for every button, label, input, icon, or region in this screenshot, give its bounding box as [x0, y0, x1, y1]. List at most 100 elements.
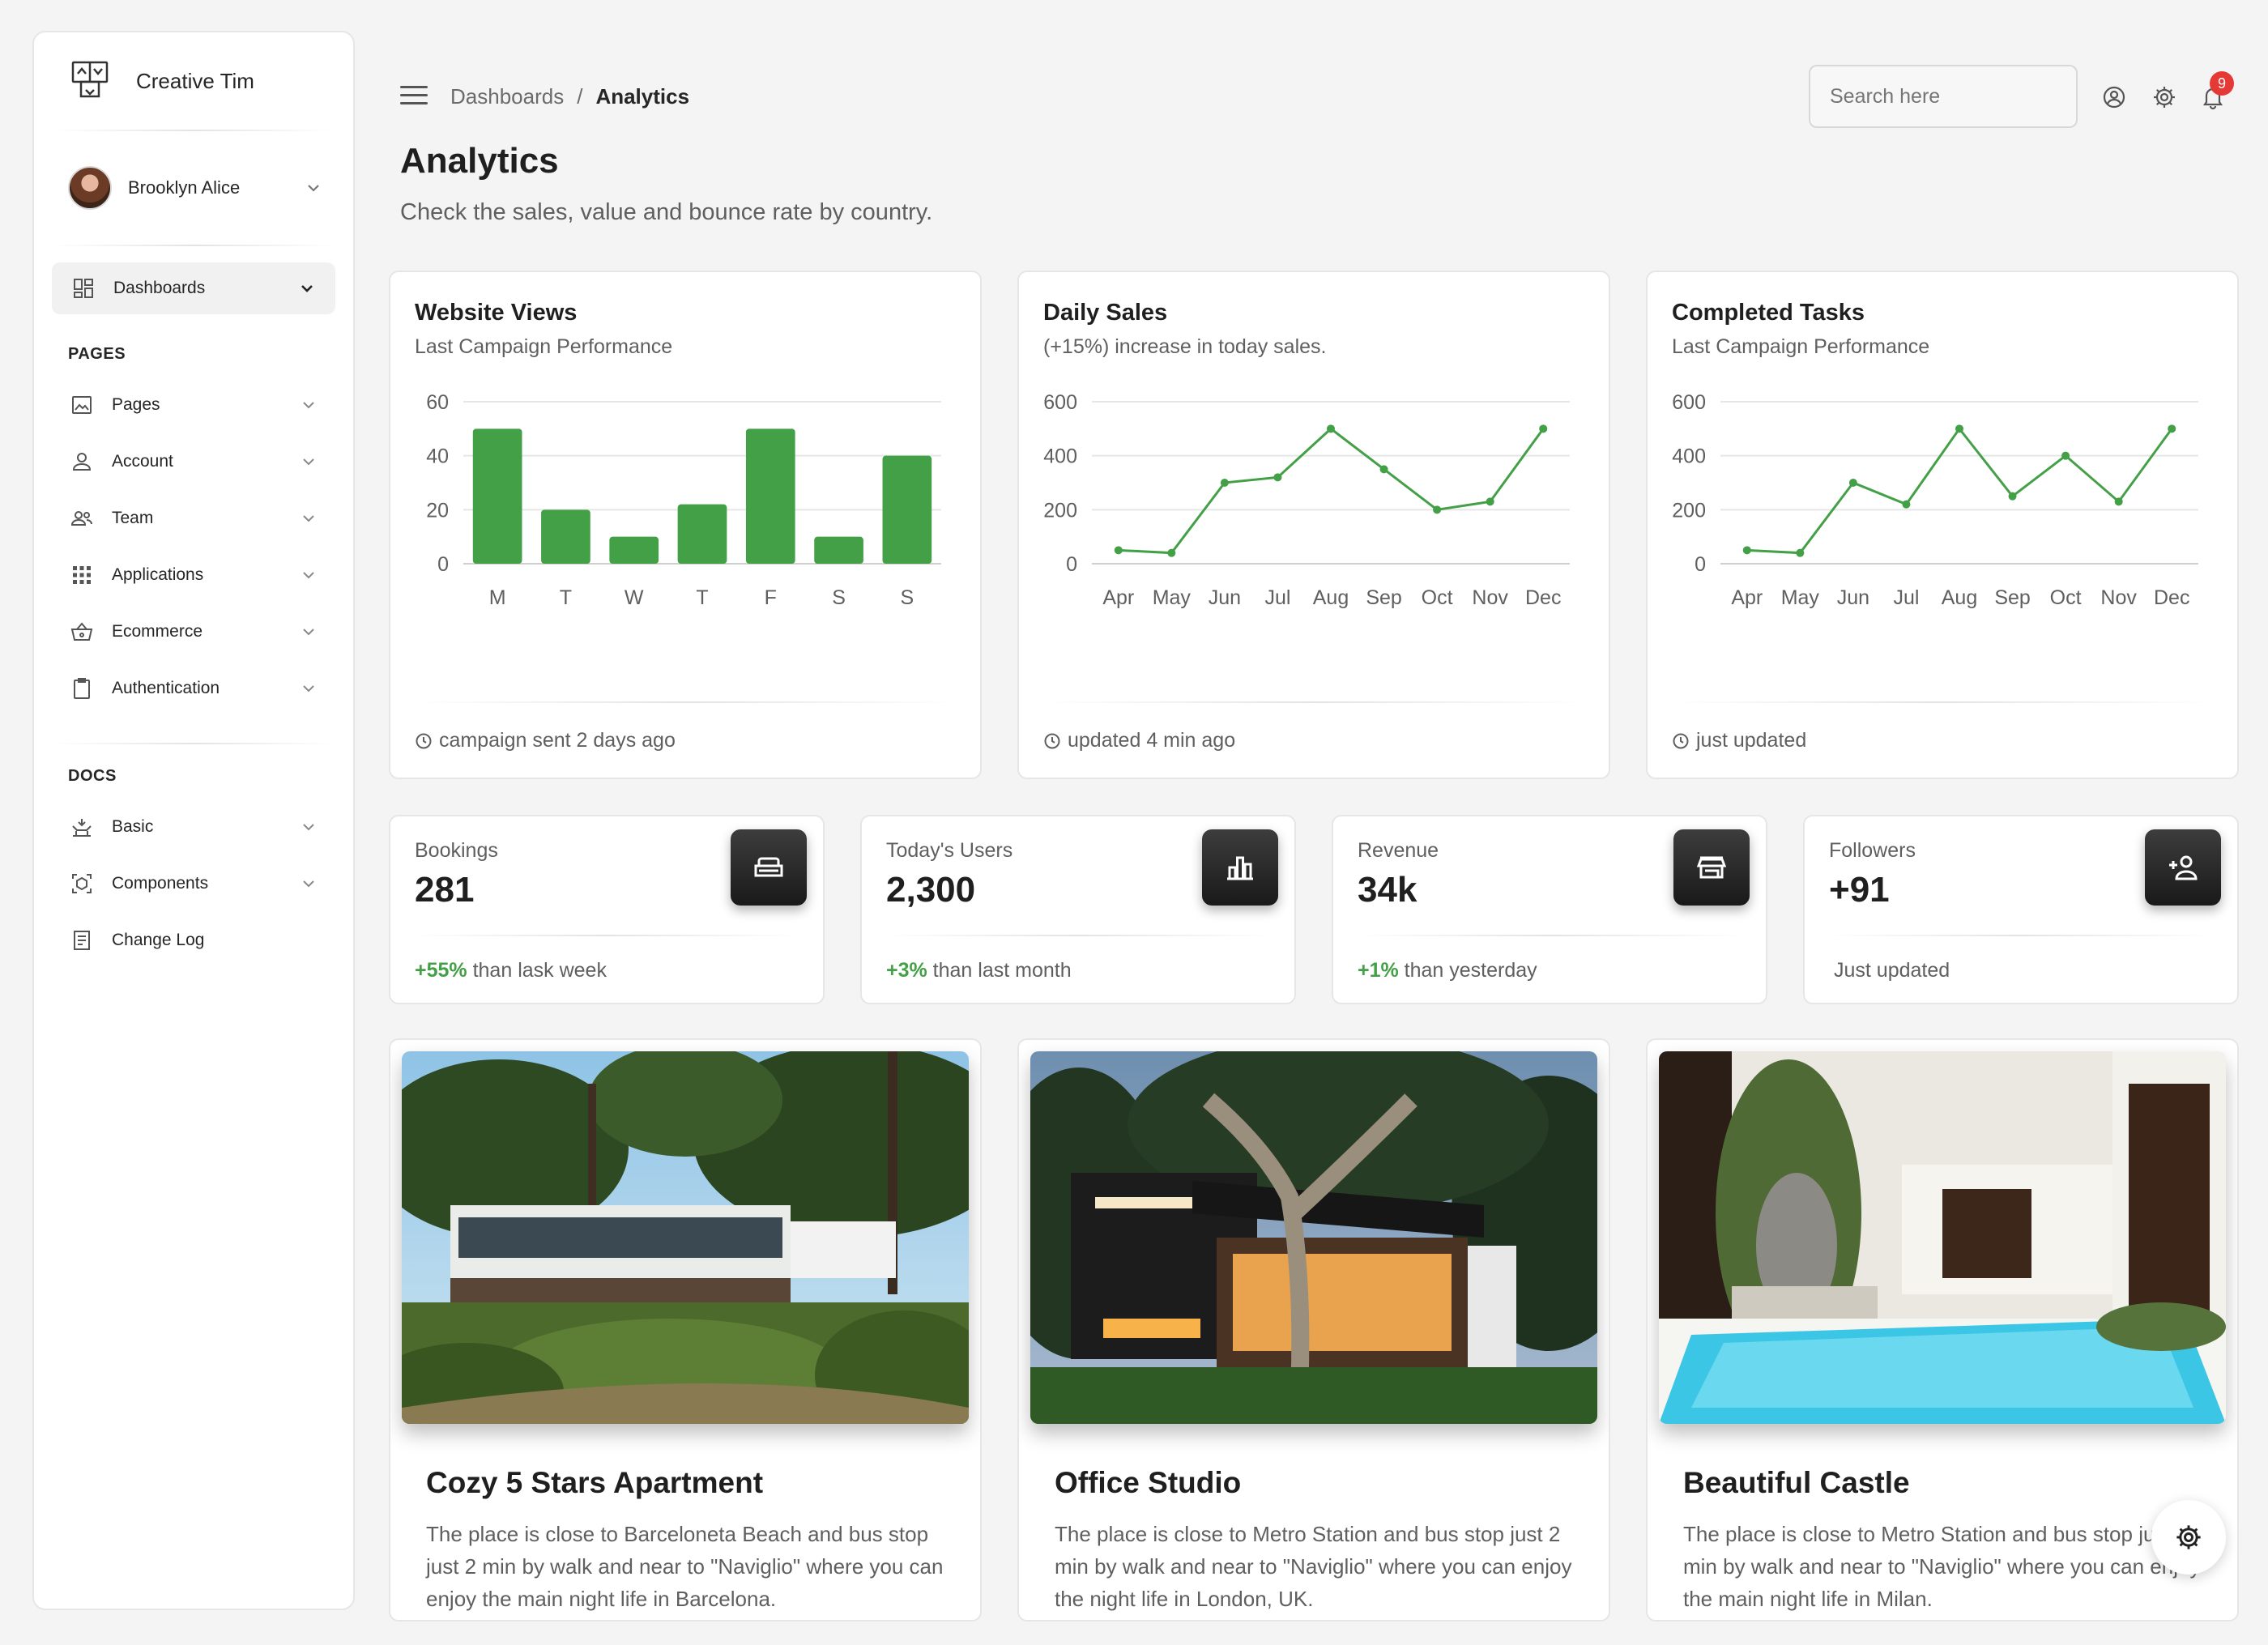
chevron-down-icon: [301, 398, 316, 412]
x-tick-label: Apr: [1731, 586, 1763, 609]
user-icon: [70, 450, 94, 474]
sidebar-item-pages[interactable]: Pages: [34, 377, 353, 433]
x-tick-label: May: [1153, 586, 1192, 609]
gear-icon[interactable]: [2151, 84, 2177, 110]
leaderboard-icon: [1202, 829, 1278, 906]
x-tick-label: T: [696, 586, 708, 609]
chevron-down-icon: [306, 181, 321, 195]
chart-footer-text: just updated: [1696, 729, 1807, 752]
sidebar-item-dashboards[interactable]: Dashboards: [52, 262, 335, 314]
property-card-beautiful-castle[interactable]: Beautiful Castle The place is close to M…: [1646, 1038, 2239, 1622]
chevron-down-icon: [301, 511, 316, 526]
sidebar-item-change-log[interactable]: Change Log: [34, 912, 353, 969]
y-tick-label: 40: [426, 445, 449, 468]
chart-card-daily-sales: Daily Sales (+15%) increase in today sal…: [1017, 271, 1610, 779]
completed-tasks-chart: 0 200 400 600 Apr May Jun Jul Aug Sep Oct Nov Dec: [1672, 391, 2198, 609]
stat-card-revenue: Revenue 34k +1% than yesterday: [1332, 815, 1767, 1004]
sidebar-item-label: Authentication: [112, 679, 220, 697]
chevron-down-icon: [300, 281, 314, 296]
sidebar-item-label: Account: [112, 452, 173, 471]
chart-title: Completed Tasks: [1672, 300, 1865, 326]
property-image[interactable]: [1030, 1051, 1597, 1424]
stat-value: +91: [1829, 870, 1890, 910]
brand-logo-icon: [70, 59, 110, 104]
chart-footer: updated 4 min ago: [1043, 729, 1235, 752]
property-card-office-studio[interactable]: Office Studio The place is close to Metr…: [1017, 1038, 1610, 1622]
stat-footer-text: than lask week: [467, 959, 607, 982]
data-point: [1486, 497, 1494, 506]
stat-footer-text: than yesterday: [1398, 959, 1537, 982]
x-tick-label: W: [625, 586, 644, 609]
stat-divider: [1356, 935, 1743, 936]
chart-subtitle: Last Campaign Performance: [1672, 335, 1930, 358]
bar: [609, 536, 659, 564]
breadcrumb-current: Analytics: [595, 84, 690, 109]
bar: [745, 428, 795, 564]
y-tick-label: 0: [1695, 553, 1706, 576]
user-name: Brooklyn Alice: [128, 177, 241, 198]
property-image[interactable]: [402, 1051, 969, 1424]
sidebar-item-account[interactable]: Account: [34, 433, 353, 490]
x-tick-label: Nov: [1472, 586, 1508, 609]
x-tick-label: Sep: [1994, 586, 2030, 609]
x-tick-label: Apr: [1102, 586, 1134, 609]
x-tick-label: S: [901, 586, 914, 609]
sidebar-item-applications[interactable]: Applications: [34, 547, 353, 603]
chart-footer-text: campaign sent 2 days ago: [439, 729, 676, 752]
breadcrumb-separator: /: [577, 84, 583, 109]
chart-card-completed-tasks: Completed Tasks Last Campaign Performanc…: [1646, 271, 2239, 779]
x-tick-label: May: [1781, 586, 1820, 609]
property-description: The place is close to Metro Station and …: [1055, 1522, 1572, 1611]
chart-divider: [415, 701, 956, 703]
x-tick-label: S: [832, 586, 846, 609]
stat-label: Today's Users: [886, 839, 1013, 862]
stat-label: Bookings: [415, 839, 498, 862]
clock-icon: [1044, 733, 1060, 748]
x-tick-label: Oct: [1422, 586, 1453, 609]
sidebar-item-team[interactable]: Team: [34, 490, 353, 547]
property-title[interactable]: Cozy 5 Stars Apartment: [426, 1466, 763, 1500]
x-tick-label: Jul: [1893, 586, 1919, 609]
chevron-down-icon: [301, 568, 316, 582]
floating-settings-button[interactable]: [2151, 1500, 2226, 1575]
stat-divider: [1827, 935, 2215, 936]
sidebar-item-authentication[interactable]: Authentication: [34, 660, 353, 717]
basic-icon: [70, 815, 94, 839]
x-tick-label: Jul: [1264, 586, 1290, 609]
stat-change: +1%: [1358, 959, 1399, 982]
property-title[interactable]: Office Studio: [1055, 1466, 1241, 1500]
menu-toggle-button[interactable]: [400, 86, 428, 107]
search-input[interactable]: [1809, 65, 2078, 128]
avatar: [68, 166, 112, 210]
data-point: [1742, 546, 1751, 555]
property-card-cozy-apartment[interactable]: Cozy 5 Stars Apartment The place is clos…: [389, 1038, 982, 1622]
sidebar-item-label: Pages: [112, 395, 160, 414]
brand[interactable]: Creative Tim: [34, 32, 353, 130]
series-line: [1746, 426, 2173, 555]
sidebar-item-ecommerce[interactable]: Ecommerce: [34, 603, 353, 660]
property-title[interactable]: Beautiful Castle: [1683, 1466, 1910, 1500]
data-point: [1114, 546, 1123, 555]
chart-footer-text: updated 4 min ago: [1068, 729, 1236, 752]
website-views-chart: 0 20 40 60 M T W T F S S: [426, 391, 941, 609]
sidebar-item-basic[interactable]: Basic: [34, 799, 353, 855]
sidebar-item-components[interactable]: Components: [34, 855, 353, 912]
stat-footer-text: than last month: [927, 959, 1072, 982]
person-add-icon: [2145, 829, 2221, 906]
stat-value: 34k: [1358, 870, 1418, 910]
data-point: [1379, 465, 1388, 474]
sidebar-user[interactable]: Brooklyn Alice: [34, 131, 353, 245]
chevron-down-icon: [301, 454, 316, 469]
x-tick-label: Aug: [1942, 586, 1977, 609]
property-description: The place is close to Metro Station and …: [1683, 1522, 2201, 1611]
store-icon: [1673, 829, 1750, 906]
y-tick-label: 600: [1043, 391, 1077, 414]
data-point: [1220, 479, 1229, 487]
breadcrumb-root-link[interactable]: Dashboards: [450, 84, 564, 109]
account-circle-icon[interactable]: [2101, 84, 2127, 110]
x-tick-label: Aug: [1313, 586, 1349, 609]
x-tick-label: M: [489, 586, 506, 609]
sidebar-item-label: Basic: [112, 817, 154, 836]
chevron-down-icon: [301, 820, 316, 834]
property-image[interactable]: [1659, 1051, 2226, 1424]
